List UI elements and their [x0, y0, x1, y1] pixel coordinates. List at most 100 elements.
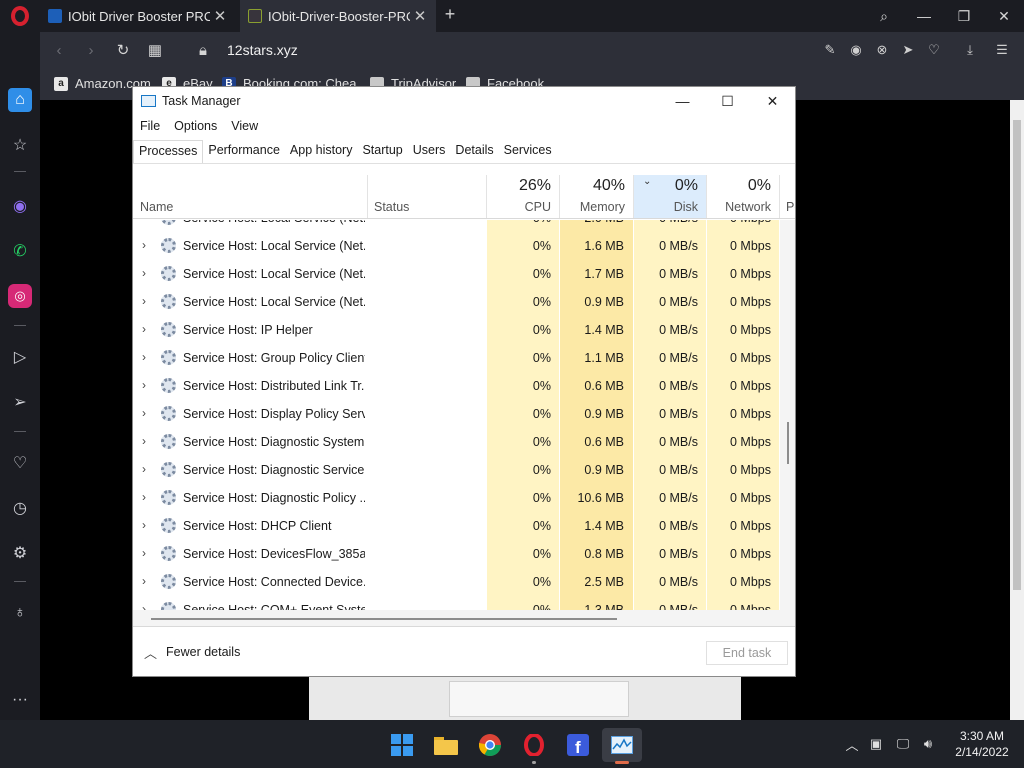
whatsapp-icon[interactable]: ✆ — [8, 239, 32, 263]
tab-users[interactable]: Users — [408, 140, 451, 164]
clock[interactable]: 3:30 AM 2/14/2022 — [944, 728, 1020, 760]
expand-chevron-icon[interactable]: › — [142, 406, 146, 420]
minimize-icon[interactable]: — — [904, 0, 944, 32]
search-tabs-icon[interactable]: ⌕ — [864, 0, 904, 32]
scroll-thumb[interactable] — [787, 422, 789, 464]
close-tab-icon[interactable]: ✕ — [210, 7, 230, 25]
player-icon[interactable]: ▷ — [8, 345, 32, 369]
new-tab-button[interactable]: + — [440, 4, 460, 26]
expand-chevron-icon[interactable]: › — [142, 266, 146, 280]
fewer-details-link[interactable]: Fewer details — [166, 645, 240, 659]
process-row[interactable]: › Service Host: Local Service (Net... 0% 1.… — [133, 232, 779, 260]
process-row[interactable]: › Service Host: DHCP Client 0% 1.4 MB 0 MB/s… — [133, 512, 779, 540]
process-row[interactable]: › Service Host: Diagnostic Policy ... 0% 10… — [133, 484, 779, 512]
process-row[interactable]: › Service Host: Local Service (Net... 0% 1.… — [133, 260, 779, 288]
camera-icon[interactable]: ◉ — [844, 32, 868, 68]
horizontal-scrollbar[interactable] — [133, 610, 795, 627]
expand-chevron-icon[interactable]: › — [142, 322, 146, 336]
header-cpu[interactable]: 26% CPU — [487, 175, 559, 218]
vertical-scrollbar[interactable] — [780, 220, 795, 610]
block-icon[interactable]: ⊗ — [870, 32, 894, 68]
settings-gear-icon[interactable]: ⚙ — [8, 541, 32, 565]
facebook-button[interactable]: f — [558, 728, 598, 762]
expand-chevron-icon[interactable]: › — [142, 220, 146, 224]
expand-chevron-icon[interactable]: › — [142, 350, 146, 364]
page-scrollbar[interactable] — [1010, 100, 1024, 720]
header-power[interactable]: Po — [780, 175, 795, 218]
close-tab-icon[interactable]: ✕ — [410, 7, 430, 25]
heart-icon[interactable]: ♡ — [8, 451, 32, 475]
tab-details[interactable]: Details — [450, 140, 498, 164]
menu-view[interactable]: View — [224, 117, 265, 137]
send-icon[interactable]: ➤ — [896, 32, 920, 68]
process-row[interactable]: › Service Host: DevicesFlow_385a9 0% 0.8 MB… — [133, 540, 779, 568]
tab-startup[interactable]: Startup — [357, 140, 407, 164]
expand-chevron-icon[interactable]: › — [142, 434, 146, 448]
process-row[interactable]: › Service Host: Display Policy Serv... 0% 0… — [133, 400, 779, 428]
lightbulb-icon[interactable]: ♁ — [8, 601, 32, 625]
tab-services[interactable]: Services — [499, 140, 557, 164]
expand-chevron-icon[interactable]: › — [142, 294, 146, 308]
instagram-icon[interactable]: ◎ — [8, 284, 32, 308]
close-window-icon[interactable]: ✕ — [984, 0, 1024, 32]
start-button[interactable] — [382, 728, 422, 762]
scroll-thumb[interactable] — [1013, 120, 1021, 590]
header-network[interactable]: 0% Network — [707, 175, 779, 218]
download-icon[interactable]: ⤓ — [958, 32, 982, 68]
expand-chevron-icon[interactable]: › — [142, 518, 146, 532]
maximize-icon[interactable]: ☐ — [705, 87, 750, 115]
menu-file[interactable]: File — [133, 117, 167, 137]
send-icon[interactable]: ➢ — [8, 390, 32, 414]
home-icon[interactable]: ⌂ — [8, 88, 32, 112]
expand-chevron-icon[interactable]: › — [142, 602, 146, 610]
speed-dial-icon[interactable]: ☆ — [8, 133, 32, 157]
expand-chevron-icon[interactable]: › — [142, 490, 146, 504]
opera-menu-button[interactable] — [0, 0, 40, 32]
process-row[interactable]: › Service Host: Group Policy Client 0% 1.1 … — [133, 344, 779, 372]
tab-processes[interactable]: Processes — [133, 140, 204, 164]
process-row[interactable]: › Service Host: Diagnostic Service... 0% 0.… — [133, 456, 779, 484]
expand-chevron-icon[interactable]: › — [142, 574, 146, 588]
title-bar[interactable]: Task Manager — ☐ ✕ — [133, 87, 795, 115]
history-icon[interactable]: ◷ — [8, 496, 32, 520]
edit-icon[interactable]: ✎ — [818, 32, 842, 68]
process-row[interactable]: › Service Host: Distributed Link Tr... 0% 0… — [133, 372, 779, 400]
header-status[interactable]: Status — [368, 175, 487, 218]
expand-chevron-icon[interactable]: › — [142, 378, 146, 392]
minimize-icon[interactable]: — — [660, 87, 705, 115]
process-row[interactable]: › Service Host: Diagnostic System... 0% 0.6… — [133, 428, 779, 456]
forward-icon[interactable]: › — [78, 32, 104, 68]
expand-chevron-icon[interactable]: › — [142, 462, 146, 476]
tab-app-history[interactable]: App history — [285, 140, 358, 164]
heart-icon[interactable]: ♡ — [922, 32, 946, 68]
tab-grid-icon[interactable]: ▦ — [142, 32, 168, 68]
process-row[interactable]: › Service Host: Local Service (Net... 0% 0.… — [133, 288, 779, 316]
chevron-up-icon[interactable]: ︿ — [144, 643, 157, 662]
end-task-button[interactable]: End task — [706, 641, 788, 665]
process-row[interactable]: › Service Host: COM+ Event Syste... 0% 1.3 … — [133, 596, 779, 610]
opera-button[interactable] — [514, 728, 554, 764]
messenger-icon[interactable]: ◉ — [8, 194, 32, 218]
url-field[interactable]: 12stars.xyz — [227, 42, 298, 58]
browser-tab-2[interactable]: IObit-Driver-Booster-PRO- ✕ — [240, 0, 436, 32]
volume-icon[interactable]: 🔊︎ — [918, 734, 938, 754]
show-hidden-icons-chevron-icon[interactable]: ︿ — [842, 734, 862, 754]
restore-icon[interactable]: ❐ — [944, 0, 984, 32]
process-row[interactable]: › Service Host: Local Service (Net... 0%2.… — [133, 220, 779, 232]
scroll-thumb[interactable] — [151, 618, 617, 620]
task-manager-button[interactable] — [602, 728, 642, 764]
more-icon[interactable]: ··· — [8, 688, 32, 712]
header-memory[interactable]: 40% Memory — [560, 175, 633, 218]
back-icon[interactable]: ‹ — [46, 32, 72, 68]
tab-performance[interactable]: Performance — [203, 140, 285, 164]
browser-tab-1[interactable]: IObit Driver Booster PRO 9 ✕ — [40, 0, 238, 32]
close-icon[interactable]: ✕ — [750, 87, 795, 115]
process-row[interactable]: › Service Host: IP Helper 0% 1.4 MB 0 MB/s 0 … — [133, 316, 779, 344]
easy-setup-icon[interactable]: ☰ — [990, 32, 1014, 68]
file-explorer-button[interactable] — [426, 728, 466, 762]
tray-app-icon[interactable]: ▣ — [866, 734, 886, 754]
expand-chevron-icon[interactable]: › — [142, 238, 146, 252]
network-icon[interactable]: 🖵︎ — [893, 734, 913, 754]
header-name[interactable]: Name — [133, 175, 367, 218]
expand-chevron-icon[interactable]: › — [142, 546, 146, 560]
